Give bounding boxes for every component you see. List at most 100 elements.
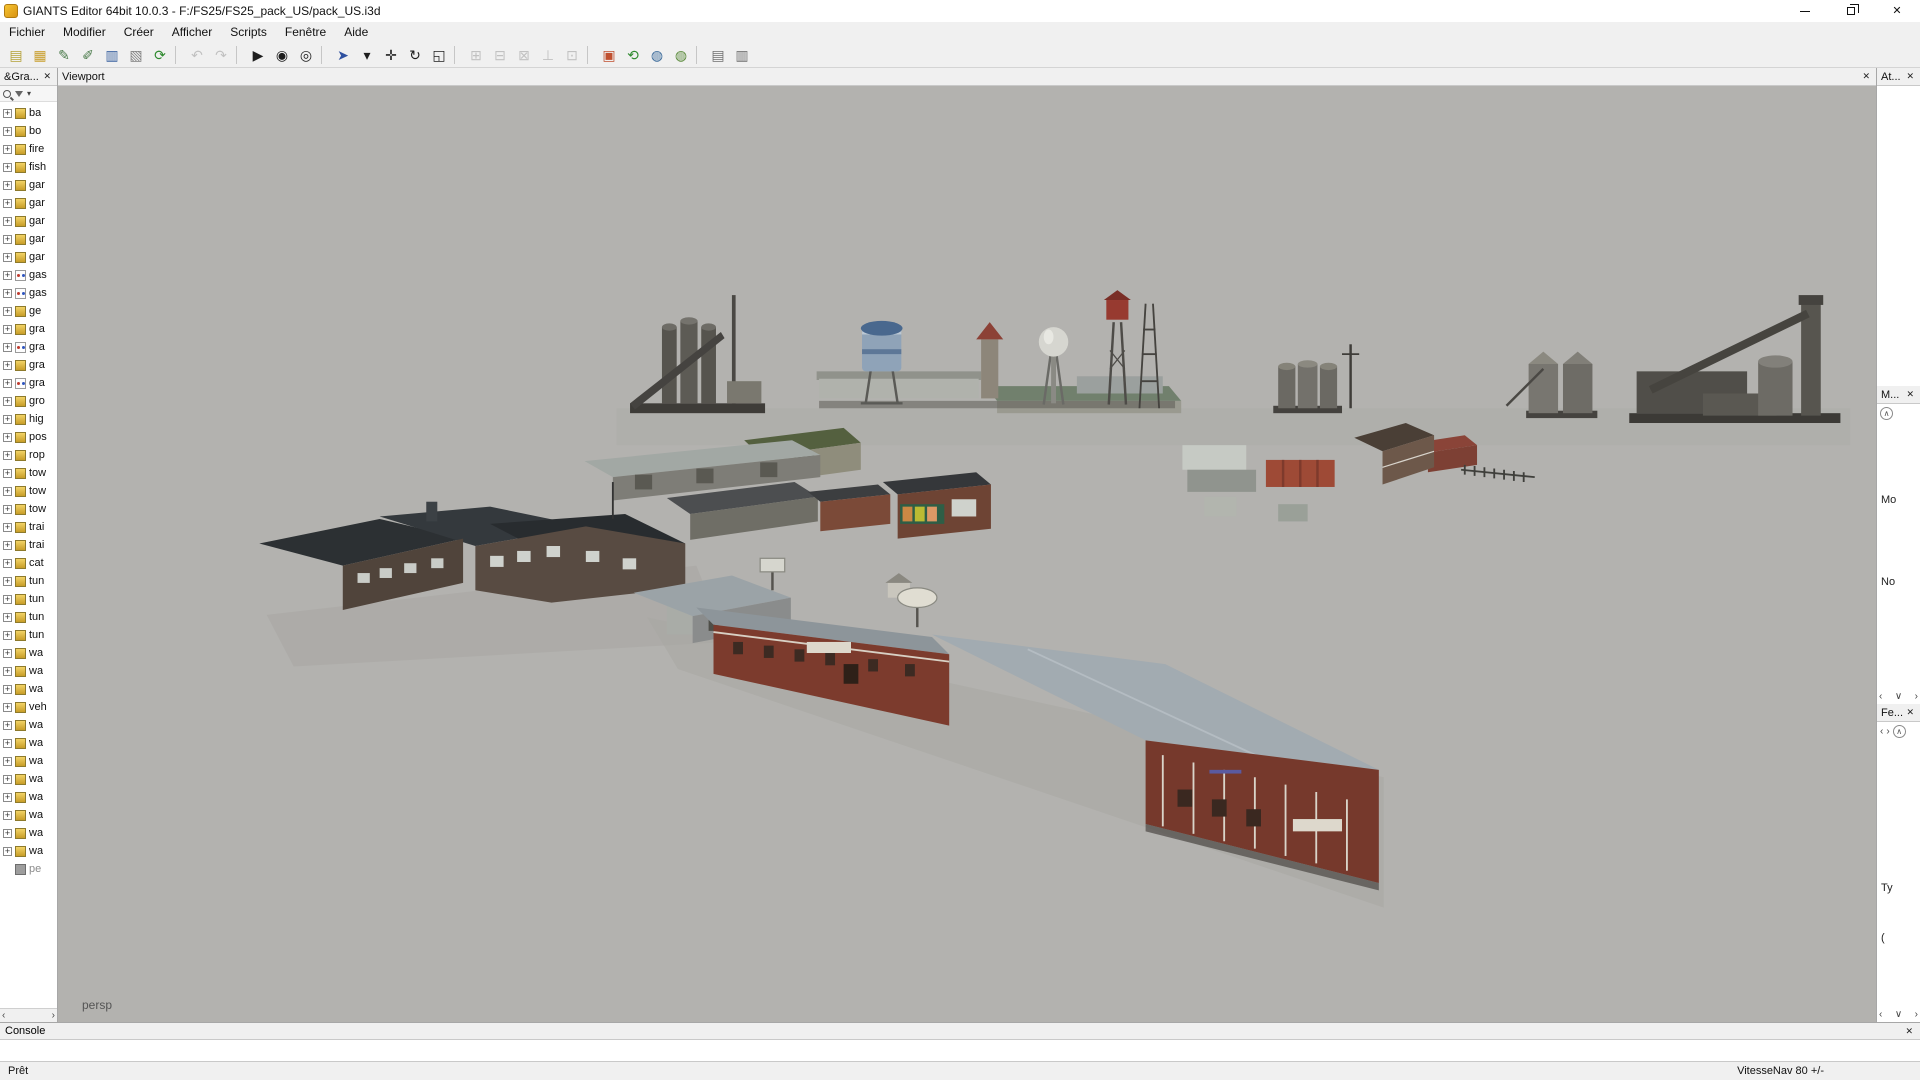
tree-row[interactable]: tun bbox=[0, 608, 57, 626]
menu-item-afficher[interactable]: Afficher bbox=[163, 22, 221, 42]
scroll-left-button[interactable]: ‹ bbox=[2, 1011, 5, 1021]
visibility-icon[interactable]: ◉ bbox=[271, 44, 293, 66]
play-icon[interactable]: ▶ bbox=[247, 44, 269, 66]
tree-row[interactable]: fire bbox=[0, 140, 57, 158]
tree-row[interactable]: gar bbox=[0, 194, 57, 212]
edit-script-icon[interactable]: ✎ bbox=[53, 44, 75, 66]
tree-row[interactable]: cat bbox=[0, 554, 57, 572]
tree-row[interactable]: trai bbox=[0, 518, 57, 536]
expand-icon[interactable] bbox=[3, 235, 12, 244]
expand-icon[interactable] bbox=[3, 523, 12, 532]
expand-icon[interactable] bbox=[3, 451, 12, 460]
close-button[interactable]: ✕ bbox=[1874, 0, 1920, 22]
scroll-up-button[interactable]: ∧ bbox=[1893, 725, 1906, 738]
tree-row[interactable]: gar bbox=[0, 230, 57, 248]
close-icon[interactable]: ✕ bbox=[1904, 71, 1916, 82]
toolbar-button[interactable] bbox=[587, 46, 594, 64]
menu-item-modifier[interactable]: Modifier bbox=[54, 22, 115, 42]
restore-button[interactable] bbox=[1828, 0, 1874, 22]
snap-rotate-icon[interactable]: ⊟ bbox=[489, 44, 511, 66]
tree-row[interactable]: tun bbox=[0, 626, 57, 644]
new-script-icon[interactable]: ✐ bbox=[77, 44, 99, 66]
expand-icon[interactable] bbox=[3, 469, 12, 478]
expand-icon[interactable] bbox=[3, 649, 12, 658]
expand-icon[interactable] bbox=[3, 739, 12, 748]
menu-item-fichier[interactable]: Fichier bbox=[0, 22, 54, 42]
expand-icon[interactable] bbox=[3, 289, 12, 298]
tree-row[interactable]: ba bbox=[0, 104, 57, 122]
expand-icon[interactable] bbox=[3, 145, 12, 154]
expand-icon[interactable] bbox=[3, 541, 12, 550]
chevron-down-icon[interactable]: ▾ bbox=[27, 90, 31, 98]
tree-row[interactable]: gas bbox=[0, 284, 57, 302]
tree-row[interactable]: wa bbox=[0, 842, 57, 860]
toolbar-button[interactable] bbox=[236, 46, 243, 64]
expand-icon[interactable] bbox=[3, 559, 12, 568]
tree-row[interactable]: bo bbox=[0, 122, 57, 140]
tree-row[interactable]: hig bbox=[0, 410, 57, 428]
expand-icon[interactable] bbox=[3, 127, 12, 136]
filter-icon[interactable] bbox=[15, 91, 23, 97]
menu-item-fentre[interactable]: Fenêtre bbox=[276, 22, 335, 42]
minimize-button[interactable] bbox=[1782, 0, 1828, 22]
close-icon[interactable]: ✕ bbox=[1860, 71, 1872, 82]
expand-icon[interactable] bbox=[3, 505, 12, 514]
tree-row[interactable]: wa bbox=[0, 680, 57, 698]
scroll-right-button[interactable]: › bbox=[1886, 727, 1889, 737]
scroll-up-button[interactable]: ∧ bbox=[1880, 407, 1893, 420]
tree-row[interactable]: wa bbox=[0, 716, 57, 734]
expand-icon[interactable] bbox=[3, 181, 12, 190]
expand-icon[interactable] bbox=[3, 163, 12, 172]
expand-icon[interactable] bbox=[3, 685, 12, 694]
tree-row[interactable]: gra bbox=[0, 320, 57, 338]
tree-row[interactable]: wa bbox=[0, 806, 57, 824]
search-icon[interactable] bbox=[3, 90, 11, 98]
scroll-down-button[interactable]: ∨ bbox=[1895, 692, 1902, 702]
viewport-3d[interactable]: persp bbox=[58, 86, 1876, 1022]
tree-row[interactable]: wa bbox=[0, 662, 57, 680]
tree-row[interactable]: fish bbox=[0, 158, 57, 176]
scroll-right-button[interactable]: › bbox=[1915, 1010, 1918, 1020]
select-dropdown-icon[interactable]: ▾ bbox=[356, 44, 378, 66]
scroll-left-button[interactable]: ‹ bbox=[1879, 1010, 1882, 1020]
copy-icon[interactable]: ▤ bbox=[707, 44, 729, 66]
expand-icon[interactable] bbox=[3, 271, 12, 280]
tree-row[interactable]: gra bbox=[0, 338, 57, 356]
undo-icon[interactable]: ↶ bbox=[186, 44, 208, 66]
save-icon[interactable]: ▥ bbox=[101, 44, 123, 66]
snap-scale-icon[interactable]: ⊠ bbox=[513, 44, 535, 66]
tree-row[interactable]: gar bbox=[0, 248, 57, 266]
tree-row[interactable]: rop bbox=[0, 446, 57, 464]
expand-icon[interactable] bbox=[3, 217, 12, 226]
scroll-down-button[interactable]: ∨ bbox=[1895, 1010, 1902, 1020]
expand-icon[interactable] bbox=[3, 109, 12, 118]
expand-icon[interactable] bbox=[3, 307, 12, 316]
export-icon[interactable]: ▧ bbox=[125, 44, 147, 66]
expand-icon[interactable] bbox=[3, 361, 12, 370]
tree-row[interactable]: wa bbox=[0, 824, 57, 842]
expand-icon[interactable] bbox=[3, 487, 12, 496]
zoom-icon[interactable]: ◎ bbox=[295, 44, 317, 66]
tree-row[interactable]: gra bbox=[0, 374, 57, 392]
close-icon[interactable]: ✕ bbox=[1904, 707, 1916, 718]
tree-row[interactable]: wa bbox=[0, 644, 57, 662]
toolbar-button[interactable] bbox=[175, 46, 182, 64]
expand-icon[interactable] bbox=[3, 415, 12, 424]
expand-icon[interactable] bbox=[3, 829, 12, 838]
expand-icon[interactable] bbox=[3, 721, 12, 730]
rotate-tool-icon[interactable]: ↻ bbox=[404, 44, 426, 66]
toolbar-button[interactable] bbox=[696, 46, 703, 64]
tree-row[interactable]: veh bbox=[0, 698, 57, 716]
tree-row[interactable]: wa bbox=[0, 788, 57, 806]
scale-tool-icon[interactable]: ◱ bbox=[428, 44, 450, 66]
scenegraph-hscrollbar[interactable]: ‹ › bbox=[0, 1008, 57, 1022]
tree-row[interactable]: trai bbox=[0, 536, 57, 554]
scroll-right-button[interactable]: › bbox=[1915, 692, 1918, 702]
expand-icon[interactable] bbox=[3, 253, 12, 262]
expand-icon[interactable] bbox=[3, 433, 12, 442]
menu-item-aide[interactable]: Aide bbox=[335, 22, 377, 42]
tree-row[interactable]: gra bbox=[0, 356, 57, 374]
tree-row[interactable]: gas bbox=[0, 266, 57, 284]
expand-icon[interactable] bbox=[3, 757, 12, 766]
paste-icon[interactable]: ▥ bbox=[731, 44, 753, 66]
